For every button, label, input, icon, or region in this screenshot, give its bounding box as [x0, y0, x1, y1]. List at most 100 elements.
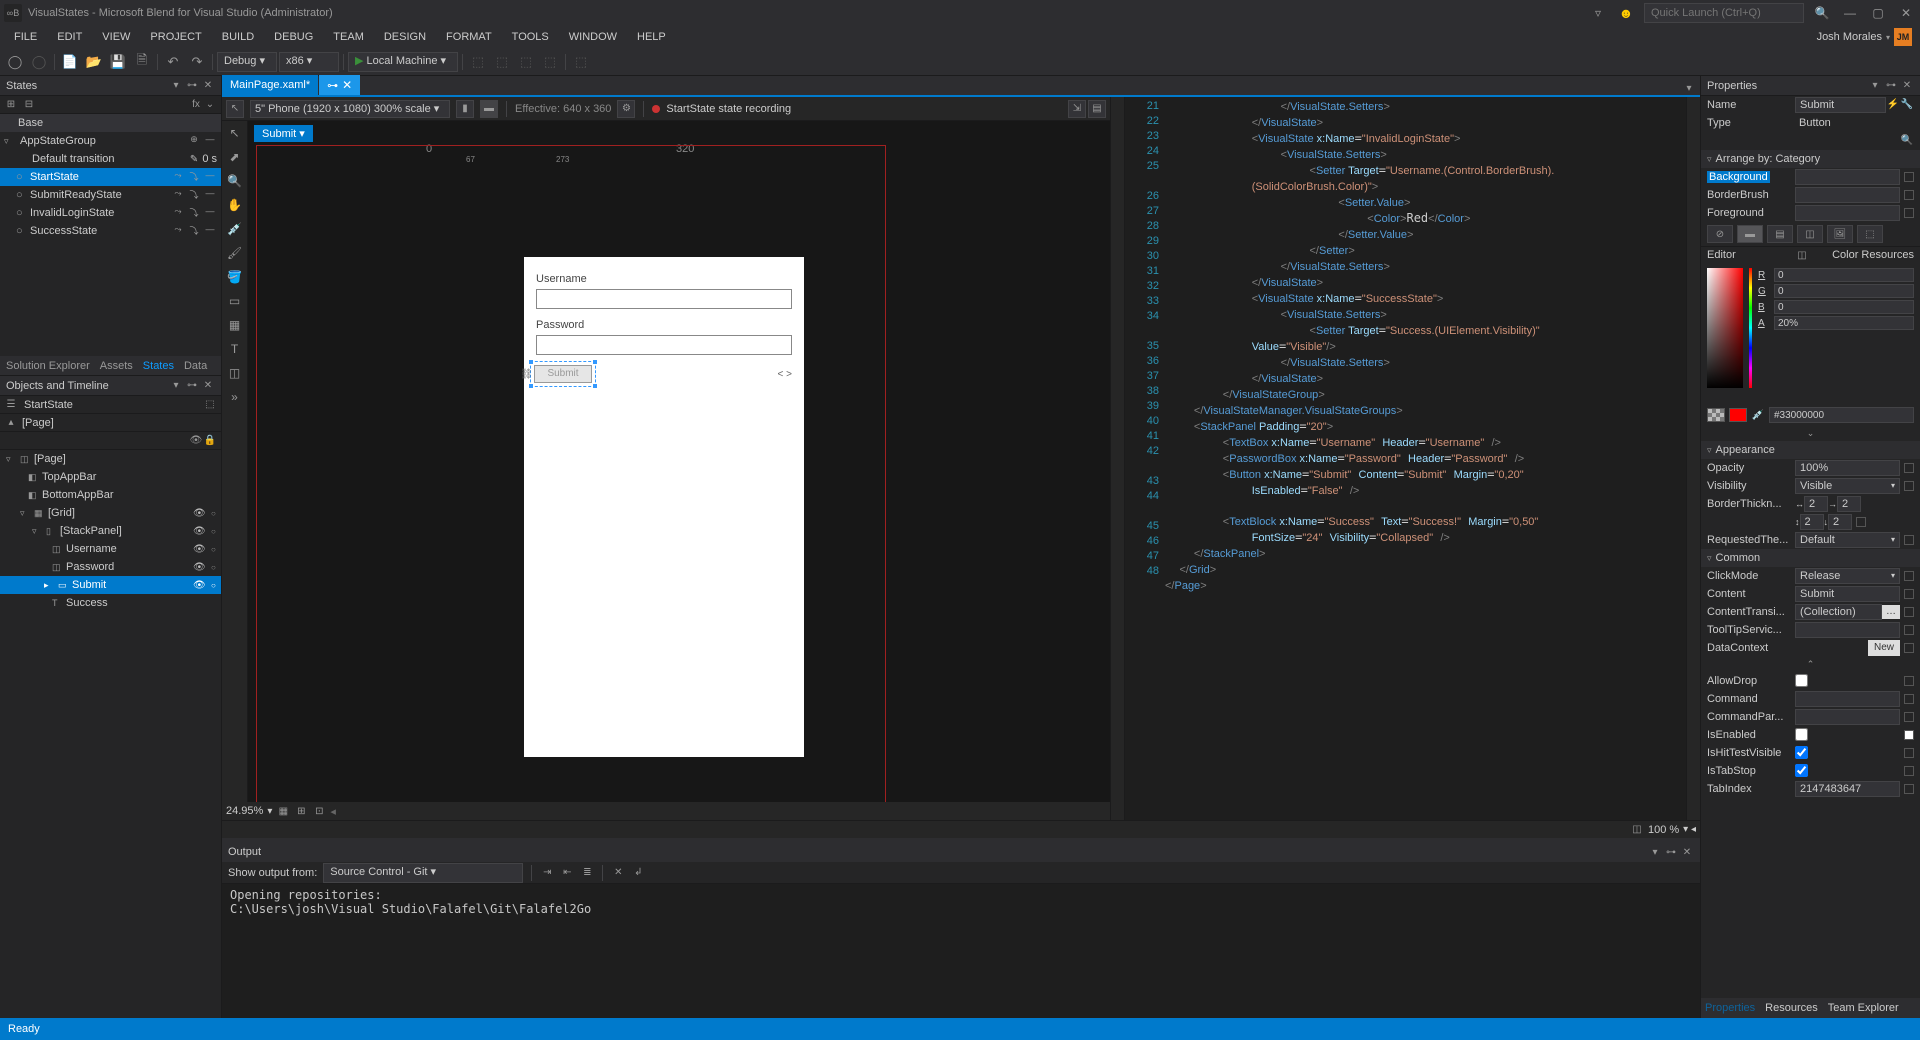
dropdown-icon[interactable]: ▾: [1868, 79, 1882, 93]
pin-icon[interactable]: ⊶: [185, 379, 199, 393]
code-icon[interactable]: ▤: [1088, 100, 1106, 118]
dropdown-icon[interactable]: ▾: [169, 379, 183, 393]
close-icon[interactable]: ✕: [1680, 845, 1694, 859]
tree-topappbar[interactable]: ◧TopAppBar: [0, 468, 221, 486]
new-button[interactable]: New: [1868, 640, 1900, 656]
tree-botappbar[interactable]: ◧BottomAppBar: [0, 486, 221, 504]
scrollbar[interactable]: [1686, 97, 1700, 820]
new-button[interactable]: 📄: [59, 51, 81, 73]
menu-format[interactable]: FORMAT: [436, 29, 502, 45]
menu-debug[interactable]: DEBUG: [264, 29, 323, 45]
menu-window[interactable]: WINDOW: [559, 29, 627, 45]
content-input[interactable]: Submit: [1795, 586, 1900, 602]
chevron-down-icon[interactable]: ▾: [1886, 33, 1890, 42]
a-input[interactable]: [1774, 316, 1914, 330]
tab-data[interactable]: Data: [184, 360, 207, 372]
prop-marker[interactable]: [1904, 589, 1914, 599]
menu-build[interactable]: BUILD: [212, 29, 264, 45]
expand-icon[interactable]: ⇲: [1068, 100, 1086, 118]
menu-tools[interactable]: TOOLS: [502, 29, 559, 45]
remove-icon[interactable]: ―: [203, 134, 217, 148]
hue-slider[interactable]: [1749, 268, 1752, 388]
border-t-input[interactable]: 2: [1800, 514, 1824, 530]
color-resources-label[interactable]: Color Resources: [1832, 249, 1914, 261]
arrange-by[interactable]: Arrange by: Category: [1701, 150, 1920, 168]
menu-file[interactable]: FILE: [4, 29, 47, 45]
expand-icon[interactable]: ⌃: [1701, 657, 1920, 672]
grid-icon[interactable]: ▦: [276, 804, 290, 818]
breadcrumb-element[interactable]: Submit ▾: [254, 125, 313, 142]
close-icon[interactable]: ✕: [201, 379, 215, 393]
state-menu-icon[interactable]: ⌄: [203, 98, 217, 112]
border-l-input[interactable]: 2: [1804, 496, 1828, 512]
background-swatch[interactable]: [1795, 169, 1900, 185]
cat-appearance[interactable]: Appearance: [1701, 441, 1920, 459]
tile-icon[interactable]: ◫: [1797, 225, 1823, 243]
tabindex-input[interactable]: 2147483647: [1795, 781, 1900, 797]
tab-resources[interactable]: Resources: [1765, 1002, 1818, 1014]
state-default-transition[interactable]: Default transition✎0 s: [0, 150, 221, 168]
prop-marker[interactable]: [1904, 481, 1914, 491]
command-input[interactable]: [1795, 691, 1900, 707]
save-button[interactable]: 💾: [107, 51, 129, 73]
states-panel-header[interactable]: States ▾ ⊶ ✕: [0, 76, 221, 96]
hex-input[interactable]: [1769, 407, 1914, 423]
timeline-panel-header[interactable]: Objects and Timeline ▾⊶✕: [0, 376, 221, 396]
pin-icon[interactable]: ⊶: [185, 79, 199, 93]
close-icon[interactable]: ✕: [201, 79, 215, 93]
brush-icon[interactable]: 🖌: [225, 243, 245, 263]
prop-marker[interactable]: [1904, 607, 1914, 617]
add-state-icon[interactable]: ⊞: [4, 98, 18, 112]
save-all-button[interactable]: 🗎: [131, 51, 153, 73]
forward-button[interactable]: ◯: [28, 51, 50, 73]
prev-swatch[interactable]: [1707, 408, 1725, 422]
nobrush-icon[interactable]: ⊘: [1707, 225, 1733, 243]
prop-marker[interactable]: [1904, 535, 1914, 545]
dropdown-icon[interactable]: ▾: [169, 79, 183, 93]
prop-marker[interactable]: [1904, 208, 1914, 218]
state-base[interactable]: Base: [0, 114, 221, 132]
code-zoom[interactable]: 100 %: [1648, 824, 1679, 836]
magnify-icon[interactable]: 🔍: [225, 171, 245, 191]
config-dropdown[interactable]: Debug ▾: [217, 52, 277, 72]
undo-button[interactable]: ↶: [162, 51, 184, 73]
text-tool-icon[interactable]: T: [225, 339, 245, 359]
pencil-icon[interactable]: ✎: [190, 154, 198, 165]
eye-all-icon[interactable]: 👁: [189, 434, 203, 448]
output-icon[interactable]: ⇤: [560, 866, 574, 880]
output-panel-header[interactable]: Output ▾⊶✕: [222, 842, 1700, 862]
state-item[interactable]: ○StartState⤳⤵―: [0, 168, 221, 186]
prop-marker[interactable]: [1904, 625, 1914, 635]
output-icon[interactable]: ⇥: [540, 866, 554, 880]
timeline-opts-icon[interactable]: ⬚: [203, 398, 217, 412]
tab-teamexplorer[interactable]: Team Explorer: [1828, 1002, 1899, 1014]
wordwrap-icon[interactable]: ↲: [631, 866, 645, 880]
bucket-icon[interactable]: 🪣: [225, 267, 245, 287]
settings-icon[interactable]: ⚙: [617, 100, 635, 118]
search-icon[interactable]: 🔍: [1900, 134, 1914, 148]
dropdown-icon[interactable]: ▾: [1682, 81, 1696, 95]
tab-solexp[interactable]: Solution Explorer: [6, 360, 90, 372]
props-icon[interactable]: 🔧: [1900, 98, 1914, 112]
close-tab-icon[interactable]: ✕: [342, 78, 352, 92]
image-icon[interactable]: 🖼: [1827, 225, 1853, 243]
tool-icon[interactable]: ⬚: [539, 51, 561, 73]
submit-button[interactable]: Submit: [534, 365, 592, 383]
storyboard-icon[interactable]: ☰: [4, 398, 18, 412]
direct-select-icon[interactable]: ⬈: [225, 147, 245, 167]
foreground-swatch[interactable]: [1795, 205, 1900, 221]
zoom-label[interactable]: 24.95%: [226, 805, 263, 817]
state-item[interactable]: ○SuccessState⤳⤵―: [0, 222, 221, 240]
prop-marker[interactable]: [1904, 694, 1914, 704]
tab-states[interactable]: States: [143, 360, 174, 372]
tool-icon[interactable]: ⬚: [515, 51, 537, 73]
prop-marker[interactable]: [1904, 676, 1914, 686]
b-input[interactable]: [1774, 300, 1914, 314]
open-button[interactable]: 📂: [83, 51, 105, 73]
output-icon[interactable]: ≣: [580, 866, 594, 880]
border-r-input[interactable]: 2: [1837, 496, 1861, 512]
events-icon[interactable]: ⚡: [1886, 98, 1900, 112]
isenabled-checkbox[interactable]: [1795, 728, 1808, 741]
eye-icon[interactable]: 👁: [193, 508, 207, 519]
borderbrush-swatch[interactable]: [1795, 187, 1900, 203]
